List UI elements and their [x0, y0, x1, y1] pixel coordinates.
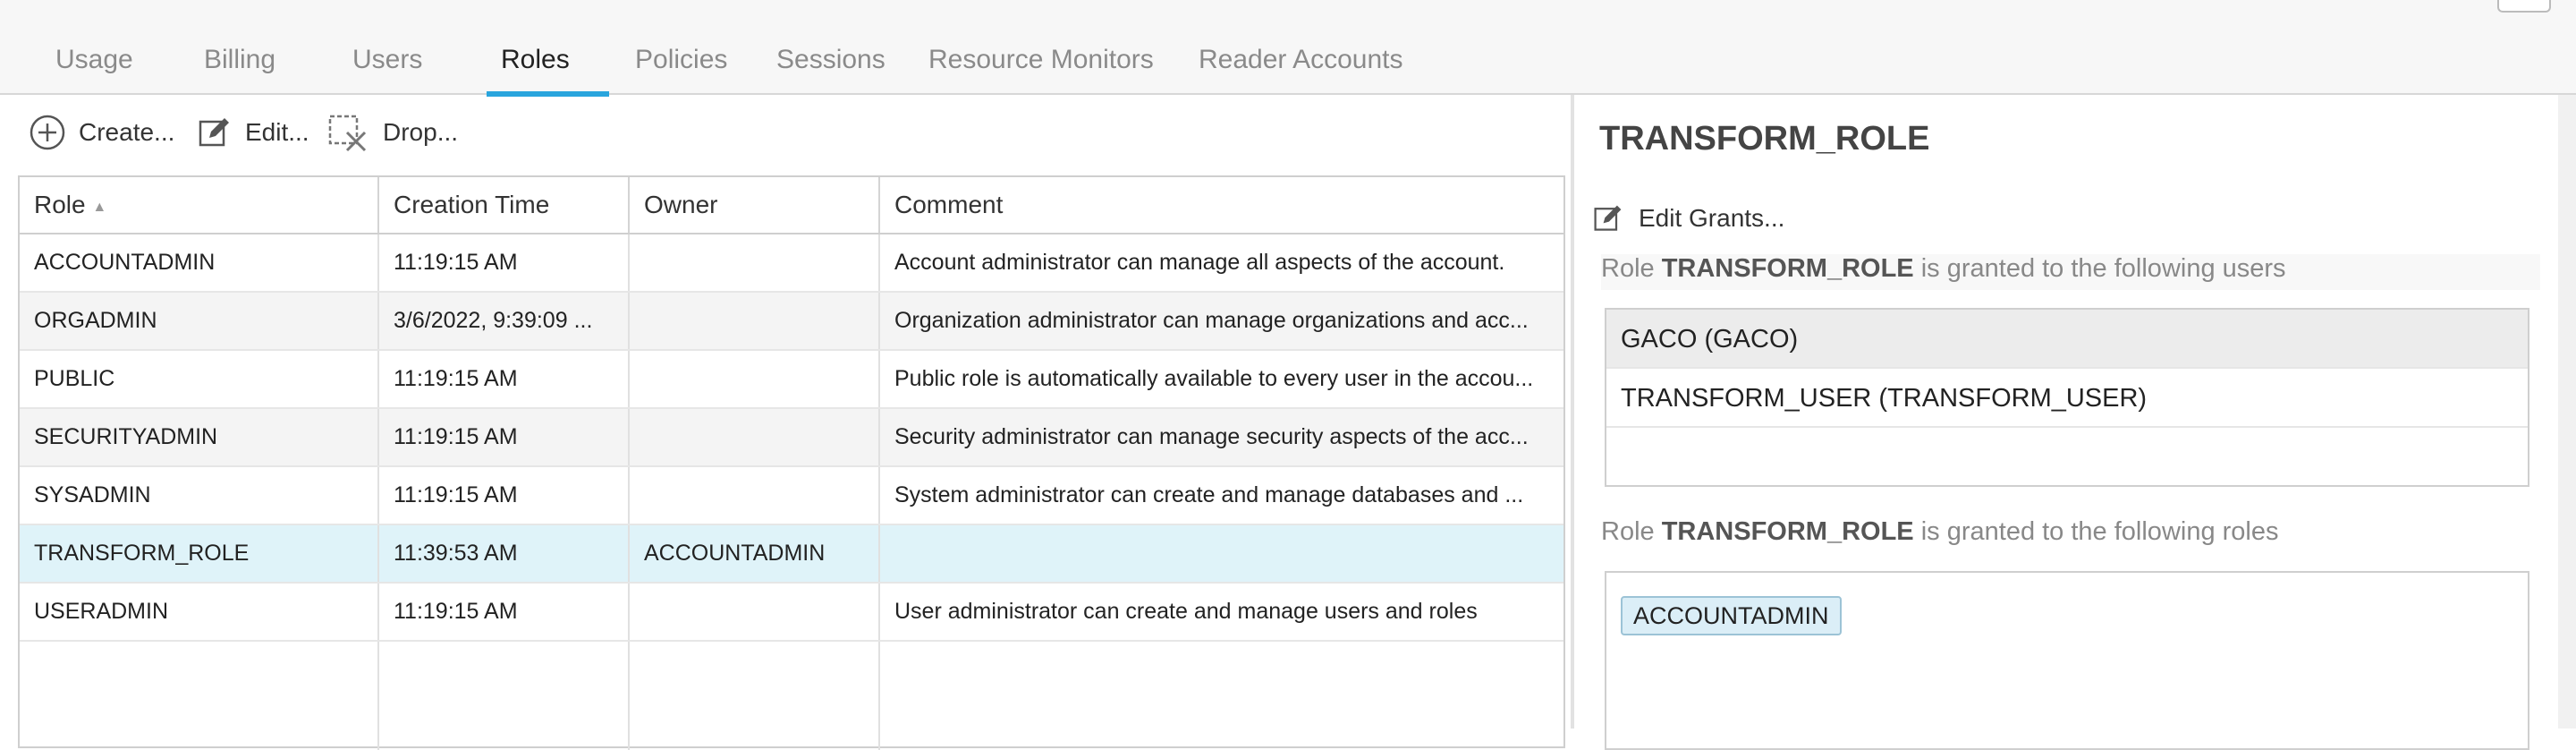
corner-button[interactable]	[2497, 0, 2551, 13]
column-header-owner[interactable]: Owner	[630, 177, 880, 233]
creation-time-cell: 3/6/2022, 9:39:09 ...	[379, 293, 630, 349]
create-label: Create...	[79, 118, 175, 146]
tab-users[interactable]: Users	[352, 45, 422, 95]
list-item[interactable]: GACO (GACO)	[1606, 310, 2528, 369]
comment-cell: Security administrator can manage securi…	[894, 424, 1529, 449]
tab-billing[interactable]: Billing	[204, 45, 275, 95]
role-cell: ORGADMIN	[20, 293, 379, 349]
creation-time-cell: 11:19:15 AM	[379, 351, 630, 407]
column-header-role[interactable]: Role ▲	[20, 177, 379, 233]
drop-button[interactable]: Drop...	[327, 113, 458, 152]
table-row[interactable]: SYSADMIN 11:19:15 AM System administrato…	[20, 467, 1563, 525]
role-cell: ACCOUNTADMIN	[20, 234, 379, 291]
column-divider	[878, 642, 880, 750]
edit-grants-label: Edit Grants...	[1639, 204, 1785, 232]
edit-icon	[199, 118, 229, 147]
granted-users-heading: Role TRANSFORM_ROLE is granted to the fo…	[1601, 254, 2540, 284]
heading-prefix: Role	[1601, 517, 1662, 546]
comment-cell	[880, 525, 1565, 582]
owner-cell	[630, 584, 880, 640]
granted-users-list: GACO (GACO) TRANSFORM_USER (TRANSFORM_US…	[1605, 308, 2529, 487]
tab-usage[interactable]: Usage	[55, 45, 133, 95]
creation-time-cell: 11:19:15 AM	[379, 409, 630, 465]
creation-time-cell: 11:39:53 AM	[379, 525, 630, 582]
table-row[interactable]: ORGADMIN 3/6/2022, 9:39:09 ... Organizat…	[20, 293, 1563, 351]
owner-cell	[630, 409, 880, 465]
tab-label: Reader Accounts	[1199, 45, 1403, 74]
role-cell: USERADMIN	[20, 584, 379, 640]
panel-scrollbar[interactable]	[2558, 95, 2576, 729]
role-cell: SECURITYADMIN	[20, 409, 379, 465]
tab-sessions[interactable]: Sessions	[776, 45, 886, 95]
column-divider	[377, 642, 379, 750]
heading-suffix: is granted to the following roles	[1913, 517, 2279, 546]
owner-cell	[630, 293, 880, 349]
edit-icon	[1594, 205, 1622, 231]
column-header-comment[interactable]: Comment	[880, 177, 1565, 233]
column-label: Comment	[894, 191, 1004, 218]
tab-label: Policies	[635, 45, 728, 74]
tab-label: Resource Monitors	[928, 45, 1154, 74]
edit-grants-button[interactable]: Edit Grants...	[1592, 199, 1784, 238]
roles-table: Role ▲ Creation Time Owner Comment ACCOU…	[18, 175, 1565, 750]
tab-roles[interactable]: Roles	[487, 45, 609, 97]
plus-circle-icon	[30, 115, 65, 150]
sort-ascending-icon: ▲	[92, 200, 107, 215]
column-label: Owner	[644, 191, 718, 218]
creation-time-cell: 11:19:15 AM	[379, 234, 630, 291]
roles-toolbar: Create... Edit... Drop...	[0, 95, 1571, 174]
table-row[interactable]: PUBLIC 11:19:15 AM Public role is automa…	[20, 351, 1563, 409]
heading-role-name: TRANSFORM_ROLE	[1661, 517, 1914, 546]
tab-label: Users	[352, 45, 423, 74]
heading-role-name: TRANSFORM_ROLE	[1661, 254, 1914, 283]
owner-cell	[630, 467, 880, 524]
column-divider	[628, 642, 630, 750]
table-row[interactable]: USERADMIN 11:19:15 AM User administrator…	[20, 584, 1563, 642]
comment-cell: Public role is automatically available t…	[894, 366, 1534, 391]
tab-label: Roles	[501, 45, 570, 74]
column-label: Role	[34, 191, 86, 218]
comment-cell: Organization administrator can manage or…	[894, 308, 1529, 333]
role-cell: SYSADMIN	[20, 467, 379, 524]
creation-time-cell: 11:19:15 AM	[379, 467, 630, 524]
granted-roles-list: ACCOUNTADMIN	[1605, 571, 2529, 750]
owner-cell	[630, 234, 880, 291]
owner-cell: ACCOUNTADMIN	[630, 525, 880, 582]
create-button[interactable]: Create...	[29, 113, 174, 152]
edit-label: Edit...	[245, 118, 309, 146]
owner-cell	[630, 351, 880, 407]
tab-label: Sessions	[776, 45, 886, 74]
admin-tab-bar: Usage Billing Users Roles Policies Sessi…	[0, 0, 2576, 97]
role-cell: TRANSFORM_ROLE	[20, 525, 379, 582]
column-header-creation-time[interactable]: Creation Time	[379, 177, 630, 233]
table-row-selected[interactable]: TRANSFORM_ROLE 11:39:53 AM ACCOUNTADMIN	[20, 525, 1563, 584]
tab-policies[interactable]: Policies	[635, 45, 727, 95]
table-header: Role ▲ Creation Time Owner Comment	[20, 177, 1563, 234]
comment-cell: Account administrator can manage all asp…	[894, 250, 1505, 275]
creation-time-cell: 11:19:15 AM	[379, 584, 630, 640]
tab-reader-accounts[interactable]: Reader Accounts	[1199, 45, 1402, 95]
panel-title: TRANSFORM_ROLE	[1599, 120, 1930, 158]
granted-roles-heading: Role TRANSFORM_ROLE is granted to the fo…	[1601, 517, 2540, 547]
comment-cell: System administrator can create and mana…	[894, 482, 1524, 507]
list-item[interactable]: TRANSFORM_USER (TRANSFORM_USER)	[1606, 369, 2528, 428]
table-row[interactable]: ACCOUNTADMIN 11:19:15 AM Account adminis…	[20, 234, 1563, 293]
role-cell: PUBLIC	[20, 351, 379, 407]
tab-label: Billing	[204, 45, 276, 74]
role-chip[interactable]: ACCOUNTADMIN	[1621, 596, 1842, 635]
table-row[interactable]: SECURITYADMIN 11:19:15 AM Security admin…	[20, 409, 1563, 467]
heading-suffix: is granted to the following users	[1913, 254, 2286, 283]
tab-label: Usage	[55, 45, 133, 74]
heading-prefix: Role	[1601, 254, 1662, 283]
comment-cell: User administrator can create and manage…	[894, 599, 1478, 624]
edit-button[interactable]: Edit...	[197, 113, 309, 152]
column-label: Creation Time	[394, 191, 550, 218]
role-details-panel: TRANSFORM_ROLE Edit Grants... Role TRANS…	[1574, 95, 2576, 750]
drop-label: Drop...	[383, 118, 459, 146]
tab-resource-monitors[interactable]: Resource Monitors	[928, 45, 1154, 95]
drop-icon	[328, 115, 367, 152]
